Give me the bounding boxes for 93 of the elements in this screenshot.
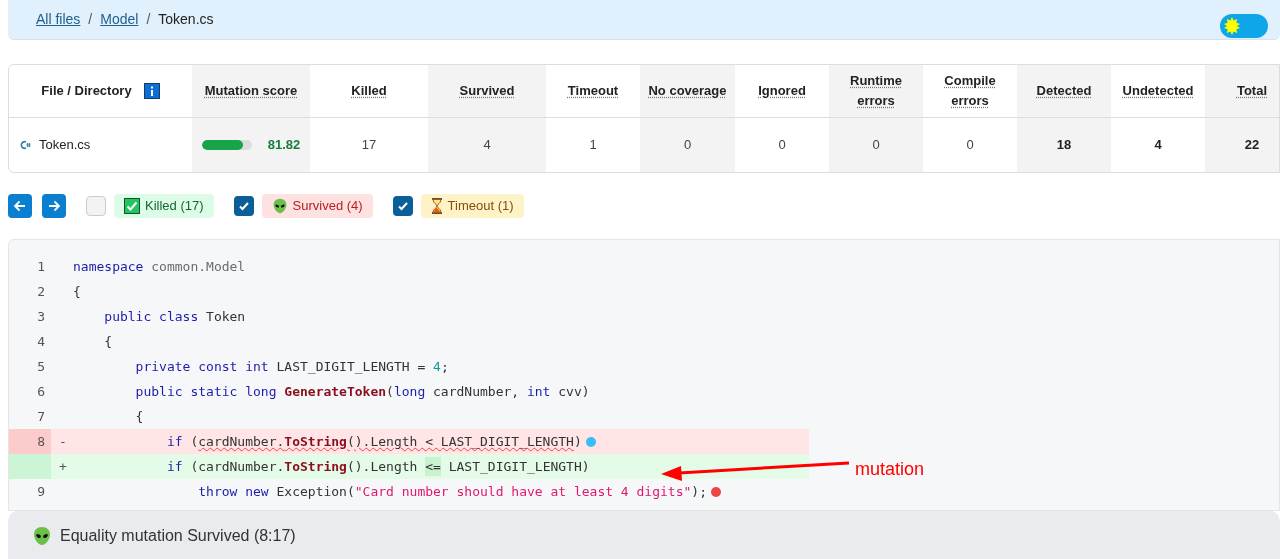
file-link[interactable]: Token.cs <box>39 135 91 155</box>
check-icon <box>237 200 250 212</box>
line-number: 7 <box>37 407 45 426</box>
column-header[interactable]: Total <box>1236 81 1268 101</box>
code-token: Exception( <box>275 482 355 501</box>
diff-sign: - <box>59 433 67 449</box>
code-token: <= <box>425 456 441 477</box>
theme-toggle[interactable] <box>1220 14 1268 38</box>
code-token: if <box>165 432 183 451</box>
column-header[interactable]: Compile errors <box>928 71 1012 111</box>
left-arrow-icon <box>13 199 27 213</box>
info-icon[interactable] <box>143 83 160 99</box>
code-token: cardNumber, <box>432 382 521 401</box>
column-header[interactable]: File / Directory <box>41 81 132 101</box>
code-token: ().Length < LAST_DIGIT_LENGTH <box>346 432 574 451</box>
code-token: 4 <box>433 357 441 376</box>
table-cell-text: 4 <box>1154 136 1162 155</box>
filter-checkbox[interactable] <box>86 196 106 216</box>
table-cell-text: 0 <box>872 136 880 155</box>
code-token: { <box>134 407 144 426</box>
table-cell-text: 4 <box>483 136 491 155</box>
csharp-file-icon <box>19 139 31 151</box>
table-cell-text: 0 <box>966 136 974 155</box>
code-token: ToString <box>284 457 347 476</box>
line-number: 9 <box>37 482 45 501</box>
annotation-label: mutation <box>855 458 925 481</box>
column-header[interactable]: Killed <box>351 81 387 101</box>
code-token: Token <box>205 307 246 326</box>
code-token: { <box>73 282 81 301</box>
code-token: "Card number should have at least 4 digits" <box>354 482 692 501</box>
code-token: ( <box>386 382 394 401</box>
table-cell-text: 18 <box>1056 136 1072 155</box>
code-token: long <box>393 382 426 401</box>
code-token: ToString <box>284 432 347 451</box>
breadcrumb-current: Token.cs <box>158 10 214 29</box>
sun-icon <box>1222 16 1242 36</box>
column-header[interactable]: Ignored <box>758 81 806 101</box>
check-box-icon <box>124 198 140 214</box>
previous-button[interactable] <box>8 194 32 218</box>
code-token: int <box>526 382 551 401</box>
line-number: 4 <box>37 332 45 351</box>
code-token: GenerateToken <box>284 382 387 401</box>
next-button[interactable] <box>42 194 66 218</box>
column-header[interactable]: Survived <box>459 81 515 101</box>
code-token: public static long <box>134 382 278 401</box>
filter-checkbox[interactable] <box>233 196 254 216</box>
line-number: 5 <box>37 357 45 376</box>
line-number: 1 <box>37 257 45 276</box>
code-token: cardNumber. <box>198 432 285 451</box>
breadcrumb-link[interactable]: Model <box>100 9 139 30</box>
table-cell-text: 1 <box>589 136 597 155</box>
code-token: common.Model <box>150 257 246 276</box>
code-token: throw new <box>197 482 269 501</box>
filter-label: Survived (4) <box>292 197 363 216</box>
table-cell-text: 0 <box>683 136 692 155</box>
line-number: 2 <box>37 282 45 301</box>
column-header[interactable]: Timeout <box>567 81 619 101</box>
column-header[interactable]: Undetected <box>1122 81 1194 101</box>
table-cell-text: 22 <box>1244 136 1260 155</box>
code-token: cvv) <box>557 382 590 401</box>
score-value: 81.82 <box>267 136 301 155</box>
hourglass-icon <box>430 198 443 214</box>
code-token: ); <box>691 482 707 501</box>
line-number: 3 <box>37 307 45 326</box>
table-cell-text: 17 <box>361 136 377 155</box>
filter-label: Timeout (1) <box>447 197 514 216</box>
alien-icon <box>32 526 52 546</box>
code-token: namespace <box>73 257 144 276</box>
code-token: ) <box>573 432 582 451</box>
code-token: (cardNumber. <box>189 457 285 476</box>
breadcrumb-separator: / <box>146 10 151 29</box>
breadcrumb-separator: / <box>88 10 93 29</box>
table-cell-text: 0 <box>778 136 786 155</box>
code-token: { <box>103 332 113 351</box>
code-token: ; <box>440 357 449 376</box>
line-number-gutter <box>9 454 51 479</box>
code-token: private const int <box>134 357 269 376</box>
code-token: ( <box>189 432 199 451</box>
check-icon <box>396 200 409 212</box>
right-arrow-icon <box>47 199 61 213</box>
line-number: 6 <box>37 382 45 401</box>
code-token: if <box>165 457 183 476</box>
code-token: LAST_DIGIT_LENGTH) <box>447 457 590 476</box>
filter-checkbox[interactable] <box>392 196 413 216</box>
filter-label: Killed (17) <box>145 197 204 216</box>
status-text: Equality mutation Survived (8:17) <box>60 526 296 546</box>
breadcrumb-link[interactable]: All files <box>36 9 81 30</box>
alien-icon <box>271 198 288 214</box>
code-token: public class <box>103 307 199 326</box>
code-token: ().Length <box>346 457 419 476</box>
code-token: LAST_DIGIT_LENGTH = <box>275 357 427 376</box>
line-number: 8 <box>37 432 45 451</box>
diff-sign: + <box>59 458 67 474</box>
